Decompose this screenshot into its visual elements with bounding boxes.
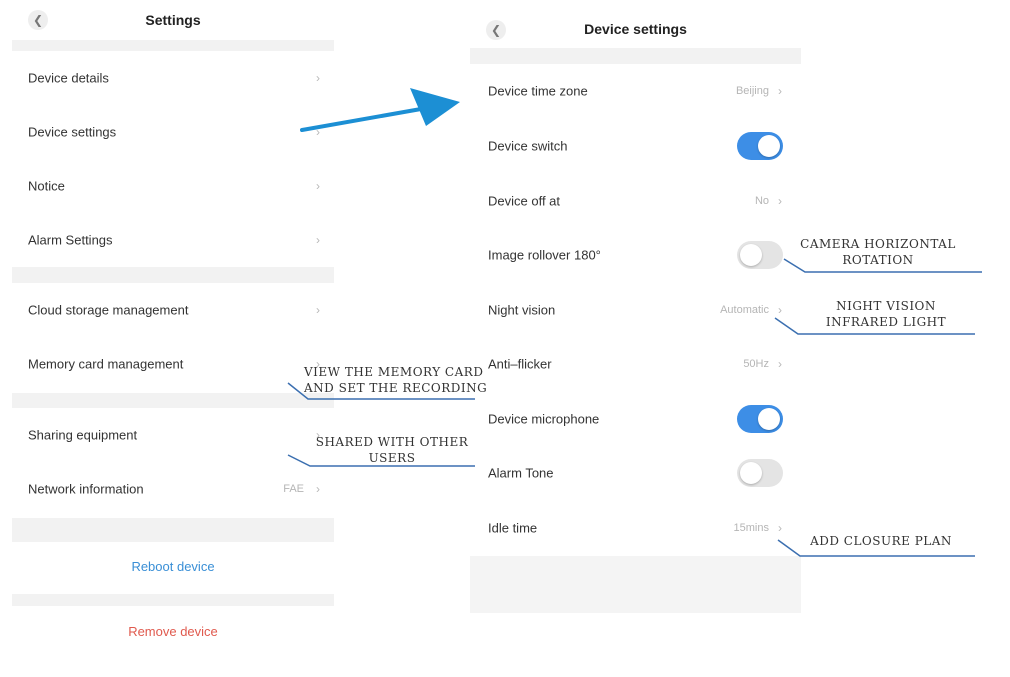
page-title: Settings — [145, 12, 201, 28]
setting-value: 15mins — [733, 522, 769, 534]
setting-value: Automatic — [720, 304, 769, 316]
chevron-right-icon: › — [778, 84, 782, 98]
settings-item-label: Network information — [28, 481, 144, 497]
section-divider — [12, 267, 334, 283]
setting-label: Device switch — [488, 138, 568, 154]
rollover-annotation: CAMERA HORIZONTAL ROTATION — [800, 236, 956, 268]
settings-header: ❮ Settings — [12, 0, 334, 40]
device-settings-header: ❮ Device settings — [470, 10, 801, 50]
remove-device-button[interactable]: Remove device — [12, 624, 334, 639]
device-settings-screen: ❮ Device settings Device time zone Beiji… — [470, 10, 801, 613]
reboot-device-button[interactable]: Reboot device — [12, 559, 334, 574]
annotation-line: CAMERA HORIZONTAL — [800, 237, 956, 251]
image-rollover-toggle[interactable] — [737, 241, 783, 269]
settings-item-label: Sharing equipment — [28, 427, 138, 443]
section-divider — [12, 518, 334, 542]
settings-item-label: Notice — [28, 178, 65, 194]
device-microphone-toggle[interactable] — [737, 405, 783, 433]
setting-label: Device time zone — [488, 83, 588, 99]
toggle-knob — [758, 135, 780, 157]
setting-value: Beijing — [735, 85, 769, 97]
setting-label: Alarm Tone — [488, 465, 554, 481]
device-setting-off-at[interactable]: Device off at No › — [470, 174, 801, 228]
setting-label: Night vision — [488, 302, 556, 318]
settings-item-value: FAE — [283, 483, 304, 495]
chevron-right-icon: › — [316, 233, 320, 247]
setting-value: 50Hz — [743, 358, 769, 370]
section-divider — [470, 48, 801, 64]
device-switch-toggle[interactable] — [737, 132, 783, 160]
chevron-right-icon: › — [316, 482, 320, 496]
chevron-right-icon: › — [778, 194, 782, 208]
memory-card-annotation: VIEW THE MEMORY CARD AND SET THE RECORDI… — [304, 364, 488, 396]
settings-item-device-details[interactable]: Device details › — [12, 51, 334, 105]
settings-item-network-information[interactable]: Network information FAE › — [12, 462, 334, 516]
device-setting-device-switch: Device switch — [470, 119, 801, 173]
settings-item-device-settings[interactable]: Device settings › — [12, 105, 334, 159]
page-title: Device settings — [584, 21, 687, 37]
section-divider — [12, 594, 334, 606]
toggle-knob — [740, 244, 762, 266]
device-setting-time-zone[interactable]: Device time zone Beijing › — [470, 64, 801, 118]
annotation-line: VIEW THE MEMORY CARD — [304, 365, 484, 379]
setting-label: Anti–flicker — [488, 356, 552, 372]
chevron-right-icon: › — [778, 521, 782, 535]
sharing-annotation: SHARED WITH OTHER USERS — [312, 434, 472, 466]
alarm-tone-toggle[interactable] — [737, 459, 783, 487]
setting-value: No — [754, 195, 769, 207]
annotation-line: NIGHT VISION — [836, 299, 936, 313]
settings-item-memory-card[interactable]: Memory card management › — [12, 337, 334, 391]
device-setting-image-rollover: Image rollover 180° — [470, 228, 801, 282]
annotation-line: ROTATION — [842, 253, 914, 267]
settings-item-notice[interactable]: Notice › — [12, 159, 334, 213]
setting-label: Device microphone — [488, 411, 600, 427]
toggle-knob — [758, 408, 780, 430]
section-divider — [12, 40, 334, 51]
settings-item-alarm-settings[interactable]: Alarm Settings › — [12, 213, 334, 267]
section-divider — [12, 393, 334, 408]
chevron-right-icon: › — [316, 125, 320, 139]
chevron-right-icon: › — [778, 303, 782, 317]
chevron-right-icon: › — [778, 357, 782, 371]
idle-time-annotation: ADD CLOSURE PLAN — [806, 533, 956, 549]
annotation-line: ADD CLOSURE PLAN — [810, 534, 952, 548]
settings-item-sharing-equipment[interactable]: Sharing equipment › — [12, 408, 334, 462]
device-setting-anti-flicker[interactable]: Anti–flicker 50Hz › — [470, 337, 801, 391]
settings-item-label: Cloud storage management — [28, 302, 189, 318]
annotation-line: AND SET THE RECORDING — [304, 381, 488, 395]
chevron-right-icon: › — [316, 71, 320, 85]
chevron-right-icon: › — [316, 179, 320, 193]
device-setting-night-vision[interactable]: Night vision Automatic › — [470, 283, 801, 337]
toggle-knob — [740, 462, 762, 484]
setting-label: Device off at — [488, 193, 561, 209]
annotation-line: INFRARED LIGHT — [825, 315, 947, 329]
annotation-line: SHARED WITH OTHER — [315, 435, 469, 449]
settings-item-label: Alarm Settings — [28, 232, 113, 248]
empty-area — [470, 556, 801, 613]
settings-item-label: Device details — [28, 70, 109, 86]
setting-label: Idle time — [488, 520, 538, 536]
settings-item-cloud-storage[interactable]: Cloud storage management › — [12, 283, 334, 337]
settings-screen: ❮ Settings Device details › Device setti… — [12, 0, 334, 677]
device-setting-microphone: Device microphone — [470, 392, 801, 446]
device-setting-idle-time[interactable]: Idle time 15mins › — [470, 501, 801, 555]
chevron-right-icon: › — [316, 303, 320, 317]
settings-item-label: Memory card management — [28, 356, 184, 372]
settings-item-label: Device settings — [28, 124, 117, 140]
night-vision-annotation: NIGHT VISION INFRARED LIGHT — [806, 298, 966, 330]
device-setting-alarm-tone: Alarm Tone — [470, 446, 801, 500]
annotation-line: USERS — [368, 451, 416, 465]
setting-label: Image rollover 180° — [488, 247, 601, 263]
